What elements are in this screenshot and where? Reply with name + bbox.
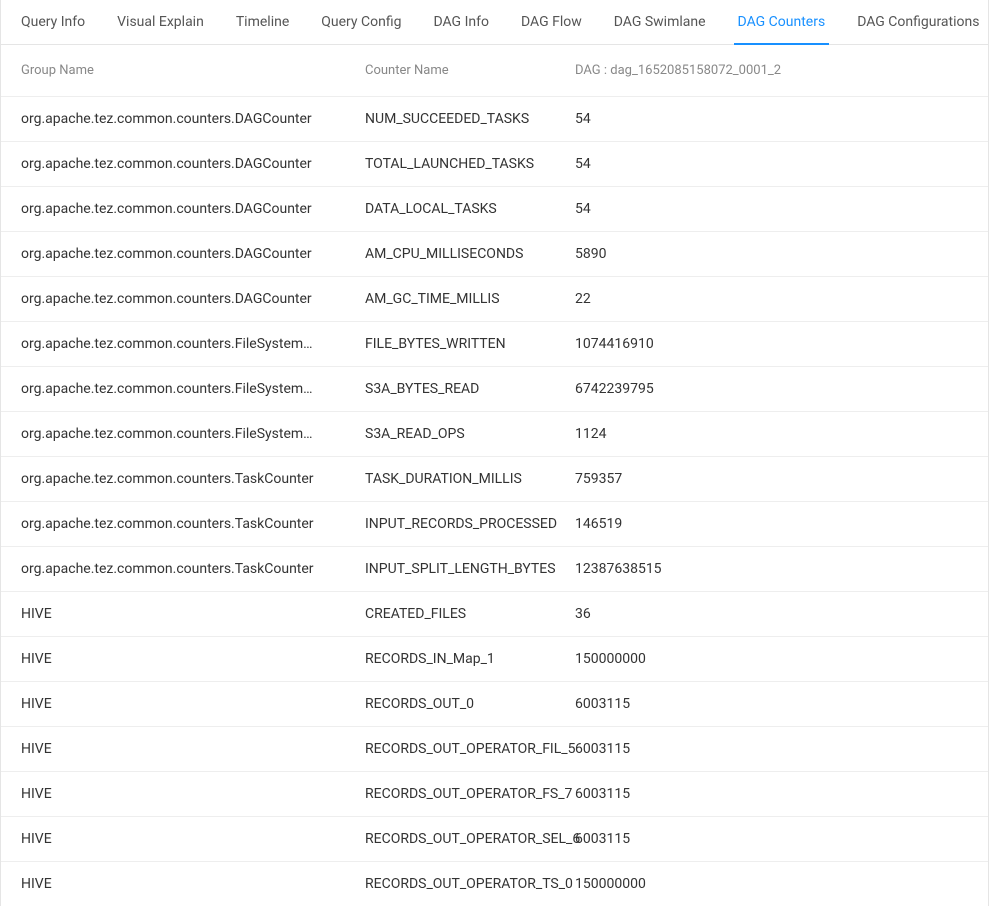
tab-dag-swimlane[interactable]: DAG Swimlane [598, 0, 722, 44]
cell-group-name: org.apache.tez.common.counters.FileSyste… [21, 426, 365, 442]
cell-counter-name: AM_GC_TIME_MILLIS [365, 291, 575, 307]
cell-counter-name: AM_CPU_MILLISECONDS [365, 246, 575, 262]
cell-group-name: HIVE [21, 876, 365, 892]
table-row: org.apache.tez.common.counters.FileSyste… [1, 411, 988, 456]
tab-query-info[interactable]: Query Info [5, 0, 101, 44]
table-row: org.apache.tez.common.counters.DAGCounte… [1, 231, 988, 276]
cell-value: 36 [575, 606, 968, 622]
table-row: HIVERECORDS_IN_Map_1150000000 [1, 636, 988, 681]
tab-timeline[interactable]: Timeline [220, 0, 305, 44]
cell-value: 6003115 [575, 786, 968, 802]
table-row: HIVECREATED_FILES36 [1, 591, 988, 636]
cell-group-name: HIVE [21, 786, 365, 802]
cell-value: 150000000 [575, 651, 968, 667]
table-row: org.apache.tez.common.counters.TaskCount… [1, 546, 988, 591]
cell-counter-name: DATA_LOCAL_TASKS [365, 201, 575, 217]
cell-value: 22 [575, 291, 968, 307]
main-container: Query InfoVisual ExplainTimelineQuery Co… [0, 0, 989, 906]
table-row: org.apache.tez.common.counters.DAGCounte… [1, 141, 988, 186]
cell-group-name: org.apache.tez.common.counters.DAGCounte… [21, 156, 365, 172]
header-dag-value[interactable]: DAG : dag_1652085158072_0001_2 [575, 63, 968, 78]
tab-dag-flow[interactable]: DAG Flow [505, 0, 598, 44]
cell-value: 150000000 [575, 876, 968, 892]
cell-counter-name: S3A_READ_OPS [365, 426, 575, 442]
table-row: org.apache.tez.common.counters.TaskCount… [1, 456, 988, 501]
cell-counter-name: TASK_DURATION_MILLIS [365, 471, 575, 487]
cell-counter-name: NUM_SUCCEEDED_TASKS [365, 111, 575, 127]
tab-bar: Query InfoVisual ExplainTimelineQuery Co… [1, 0, 988, 45]
table-header-row: Group Name Counter Name DAG : dag_165208… [1, 45, 988, 96]
cell-counter-name: RECORDS_OUT_0 [365, 696, 575, 712]
cell-counter-name: RECORDS_OUT_OPERATOR_TS_0 [365, 876, 575, 892]
cell-counter-name: RECORDS_IN_Map_1 [365, 651, 575, 667]
cell-group-name: org.apache.tez.common.counters.FileSyste… [21, 336, 365, 352]
cell-value: 6003115 [575, 696, 968, 712]
table-row: org.apache.tez.common.counters.FileSyste… [1, 321, 988, 366]
cell-counter-name: INPUT_RECORDS_PROCESSED [365, 516, 575, 532]
cell-value: 54 [575, 156, 968, 172]
table-row: org.apache.tez.common.counters.FileSyste… [1, 366, 988, 411]
tab-dag-configurations[interactable]: DAG Configurations [841, 0, 989, 44]
cell-group-name: HIVE [21, 696, 365, 712]
cell-group-name: org.apache.tez.common.counters.FileSyste… [21, 381, 365, 397]
cell-counter-name: FILE_BYTES_WRITTEN [365, 336, 575, 352]
tab-visual-explain[interactable]: Visual Explain [101, 0, 220, 44]
table-row: HIVERECORDS_OUT_OPERATOR_SEL_66003115 [1, 816, 988, 861]
tab-query-config[interactable]: Query Config [305, 0, 417, 44]
cell-value: 12387638515 [575, 561, 968, 577]
cell-value: 5890 [575, 246, 968, 262]
cell-value: 1124 [575, 426, 968, 442]
cell-value: 54 [575, 111, 968, 127]
cell-value: 146519 [575, 516, 968, 532]
cell-group-name: org.apache.tez.common.counters.DAGCounte… [21, 246, 365, 262]
tab-dag-counters[interactable]: DAG Counters [722, 0, 842, 44]
cell-group-name: org.apache.tez.common.counters.DAGCounte… [21, 111, 365, 127]
cell-group-name: org.apache.tez.common.counters.DAGCounte… [21, 201, 365, 217]
cell-counter-name: INPUT_SPLIT_LENGTH_BYTES [365, 561, 575, 577]
cell-group-name: org.apache.tez.common.counters.DAGCounte… [21, 291, 365, 307]
table-row: HIVERECORDS_OUT_OPERATOR_TS_0150000000 [1, 861, 988, 906]
cell-group-name: HIVE [21, 741, 365, 757]
tab-dag-info[interactable]: DAG Info [417, 0, 505, 44]
cell-counter-name: RECORDS_OUT_OPERATOR_FIL_5 [365, 741, 575, 757]
table-row: HIVERECORDS_OUT_OPERATOR_FS_76003115 [1, 771, 988, 816]
cell-value: 759357 [575, 471, 968, 487]
table-row: org.apache.tez.common.counters.DAGCounte… [1, 96, 988, 141]
header-group-name[interactable]: Group Name [21, 63, 365, 78]
cell-value: 54 [575, 201, 968, 217]
cell-group-name: org.apache.tez.common.counters.TaskCount… [21, 516, 365, 532]
table-row: org.apache.tez.common.counters.DAGCounte… [1, 276, 988, 321]
table-row: HIVERECORDS_OUT_06003115 [1, 681, 988, 726]
cell-value: 1074416910 [575, 336, 968, 352]
cell-group-name: org.apache.tez.common.counters.TaskCount… [21, 561, 365, 577]
cell-group-name: HIVE [21, 651, 365, 667]
cell-counter-name: RECORDS_OUT_OPERATOR_FS_7 [365, 786, 575, 802]
cell-counter-name: TOTAL_LAUNCHED_TASKS [365, 156, 575, 172]
counters-table: Group Name Counter Name DAG : dag_165208… [1, 45, 988, 906]
cell-counter-name: CREATED_FILES [365, 606, 575, 622]
table-row: HIVERECORDS_OUT_OPERATOR_FIL_56003115 [1, 726, 988, 771]
cell-value: 6003115 [575, 741, 968, 757]
table-row: org.apache.tez.common.counters.TaskCount… [1, 501, 988, 546]
cell-group-name: HIVE [21, 606, 365, 622]
cell-group-name: org.apache.tez.common.counters.TaskCount… [21, 471, 365, 487]
cell-value: 6742239795 [575, 381, 968, 397]
table-body: org.apache.tez.common.counters.DAGCounte… [1, 96, 988, 906]
header-counter-name[interactable]: Counter Name [365, 63, 575, 78]
cell-counter-name: S3A_BYTES_READ [365, 381, 575, 397]
table-row: org.apache.tez.common.counters.DAGCounte… [1, 186, 988, 231]
